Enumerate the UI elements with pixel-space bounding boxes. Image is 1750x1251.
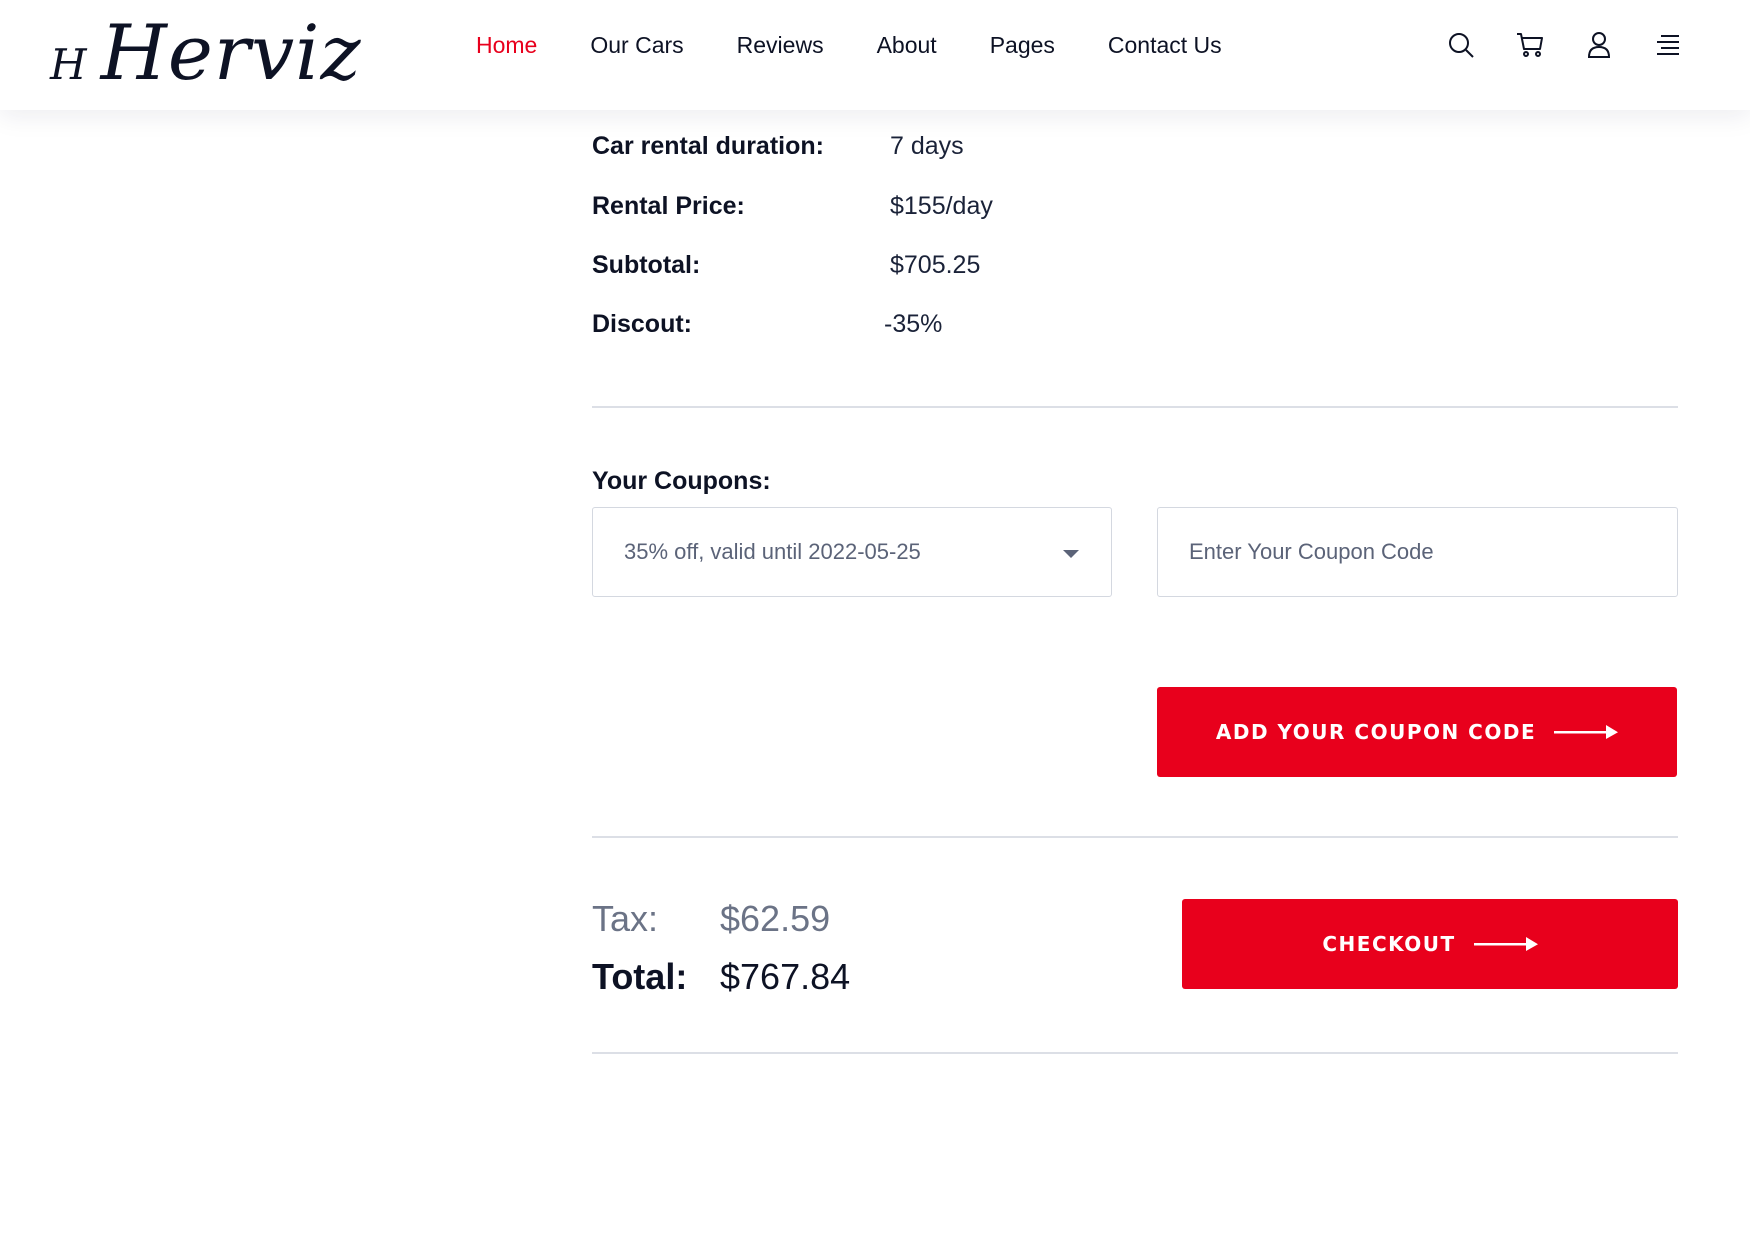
checkout-button-label: CHECKOUT	[1322, 932, 1456, 956]
brand-logo[interactable]: H Herviz	[50, 8, 362, 97]
coupons-label: Your Coupons:	[592, 467, 771, 495]
add-coupon-button-label: ADD YOUR COUPON CODE	[1215, 720, 1537, 744]
coupon-code-input[interactable]	[1157, 507, 1678, 597]
arrow-right-icon	[1473, 936, 1538, 952]
nav-item-about[interactable]: About	[877, 32, 937, 59]
tax-value: $62.59	[720, 898, 831, 939]
summary-row-duration: Car rental duration: 7 days	[592, 126, 1492, 166]
summary-value: -35%	[884, 309, 943, 338]
summary-row-subtotal: Subtotal: $705.25	[592, 245, 1492, 285]
summary-label: Subtotal:	[592, 250, 701, 279]
nav-item-contact-us[interactable]: Contact Us	[1108, 32, 1222, 59]
divider	[592, 406, 1678, 408]
nav-item-our-cars[interactable]: Our Cars	[590, 32, 683, 59]
summary-label: Car rental duration:	[592, 131, 824, 160]
main-nav: Home Our Cars Reviews About Pages Contac…	[476, 32, 1275, 59]
summary-value: $705.25	[890, 250, 981, 279]
checkout-button[interactable]: CHECKOUT	[1182, 899, 1678, 989]
nav-item-reviews[interactable]: Reviews	[737, 32, 824, 59]
summary-row-price: Rental Price: $155/day	[592, 186, 1492, 226]
coupon-select[interactable]: 35% off, valid until 2022-05-25	[592, 507, 1112, 597]
menu-icon[interactable]	[1653, 30, 1683, 60]
summary-row-discount: Discout: -35%	[592, 304, 1492, 344]
total-label: Total:	[592, 956, 688, 997]
tax-row: Tax: $62.59	[592, 895, 830, 943]
user-icon[interactable]	[1584, 30, 1614, 60]
add-coupon-button[interactable]: ADD YOUR COUPON CODE	[1157, 687, 1677, 777]
nav-item-home[interactable]: Home	[476, 32, 537, 59]
header-actions	[1446, 30, 1683, 60]
brand-logo-mark: H	[50, 40, 87, 89]
total-value: $767.84	[720, 956, 851, 997]
chevron-down-icon	[1063, 550, 1079, 558]
site-header: H Herviz Home Our Cars Reviews About Pag…	[0, 0, 1750, 110]
nav-item-pages[interactable]: Pages	[990, 32, 1055, 59]
summary-label: Rental Price:	[592, 191, 745, 220]
summary-value: 7 days	[890, 131, 964, 160]
arrow-right-icon	[1554, 724, 1619, 740]
divider	[592, 836, 1678, 838]
brand-logo-name: Herviz	[100, 8, 362, 97]
coupon-select-value: 35% off, valid until 2022-05-25	[624, 539, 921, 564]
summary-value: $155/day	[890, 191, 993, 220]
cart-icon[interactable]	[1515, 30, 1545, 60]
tax-label: Tax:	[592, 898, 659, 939]
summary-label: Discout:	[592, 309, 692, 338]
divider	[592, 1052, 1678, 1054]
total-row: Total: $767.84	[592, 953, 850, 1001]
search-icon[interactable]	[1446, 30, 1476, 60]
